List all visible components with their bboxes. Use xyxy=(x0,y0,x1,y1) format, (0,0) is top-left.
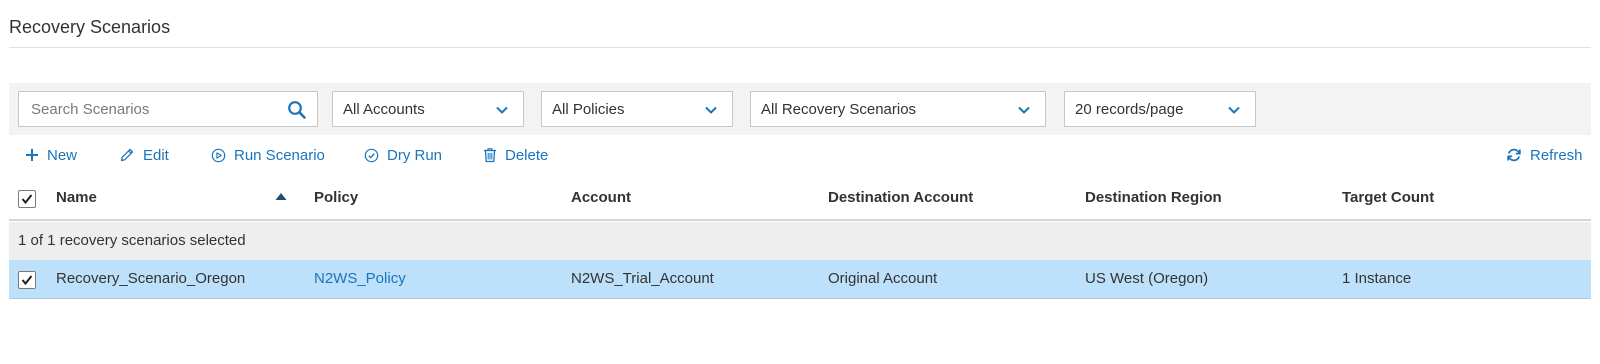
accounts-filter-value: All Accounts xyxy=(343,100,425,118)
cell-account: N2WS_Trial_Account xyxy=(571,270,714,287)
selection-summary-bar: 1 of 1 recovery scenarios selected xyxy=(9,222,1591,260)
accounts-filter-select[interactable]: All Accounts xyxy=(332,91,524,127)
policies-filter-select[interactable]: All Policies xyxy=(541,91,733,127)
cell-destination-region: US West (Oregon) xyxy=(1085,270,1209,287)
dry-run-button-label: Dry Run xyxy=(387,146,443,164)
cell-target-count: 1 Instance xyxy=(1342,270,1412,287)
filter-bar: All Accounts All Policies All Recovery S… xyxy=(9,83,1591,135)
edit-button-label: Edit xyxy=(143,146,169,164)
dry-run-button[interactable]: Dry Run xyxy=(364,142,442,168)
search-box xyxy=(18,91,318,127)
chevron-down-icon xyxy=(1018,106,1030,114)
column-header-name[interactable]: Name xyxy=(56,177,97,219)
cell-name: Recovery_Scenario_Oregon xyxy=(56,270,246,287)
policies-filter-value: All Policies xyxy=(552,100,625,118)
refresh-button-label: Refresh xyxy=(1530,146,1583,164)
column-header-destination-account[interactable]: Destination Account xyxy=(828,177,973,219)
checkmark-icon xyxy=(21,194,33,205)
column-header-account[interactable]: Account xyxy=(571,177,631,219)
cell-policy-link[interactable]: N2WS_Policy xyxy=(314,260,406,298)
pencil-icon xyxy=(120,148,134,162)
records-per-page-value: 20 records/page xyxy=(1075,100,1184,118)
new-button-label: New xyxy=(47,146,78,164)
title-divider xyxy=(9,47,1591,48)
run-scenario-button-label: Run Scenario xyxy=(234,146,325,164)
page-title: Recovery Scenarios xyxy=(9,17,171,37)
run-scenario-button[interactable]: Run Scenario xyxy=(211,142,325,168)
column-header-target-count[interactable]: Target Count xyxy=(1342,177,1434,219)
scenarios-filter-value: All Recovery Scenarios xyxy=(761,100,917,118)
refresh-icon xyxy=(1507,148,1521,162)
selection-summary-text: 1 of 1 recovery scenarios selected xyxy=(18,232,246,249)
row-checkbox[interactable] xyxy=(18,271,36,289)
search-input[interactable] xyxy=(31,100,281,118)
delete-button[interactable]: Delete xyxy=(483,142,548,168)
checkmark-icon xyxy=(21,275,33,286)
toolbar: New Edit Run Scenario Dry Run Delete Ref… xyxy=(9,140,1591,170)
plus-icon xyxy=(26,149,38,161)
delete-button-label: Delete xyxy=(505,146,549,164)
play-circle-icon xyxy=(211,148,226,162)
select-all-checkbox[interactable] xyxy=(18,190,36,208)
table-header: Name Policy Account Destination Account … xyxy=(9,177,1591,221)
search-icon[interactable] xyxy=(287,100,307,120)
new-button[interactable]: New xyxy=(25,142,77,168)
column-header-policy[interactable]: Policy xyxy=(314,177,358,219)
table-row[interactable]: Recovery_Scenario_Oregon N2WS_Policy N2W… xyxy=(9,260,1591,299)
cell-destination-account: Original Account xyxy=(828,270,938,287)
sort-ascending-icon[interactable] xyxy=(275,192,287,201)
column-header-destination-region[interactable]: Destination Region xyxy=(1085,177,1222,219)
refresh-button[interactable]: Refresh xyxy=(1506,142,1583,168)
chevron-down-icon xyxy=(1228,106,1240,114)
trash-icon xyxy=(484,148,496,163)
scenarios-filter-select[interactable]: All Recovery Scenarios xyxy=(750,91,1046,127)
chevron-down-icon xyxy=(496,106,508,114)
edit-button[interactable]: Edit xyxy=(119,142,169,168)
chevron-down-icon xyxy=(705,106,717,114)
records-per-page-select[interactable]: 20 records/page xyxy=(1064,91,1256,127)
check-circle-icon xyxy=(364,148,379,162)
